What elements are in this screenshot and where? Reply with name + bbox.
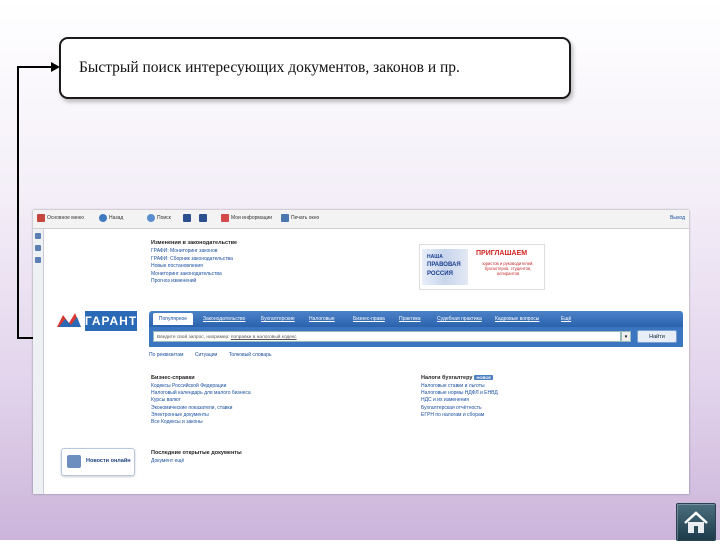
font-icon <box>183 214 191 222</box>
left-side-strip <box>33 229 44 494</box>
list-item[interactable]: ЕГРН по налогам и сборам <box>421 412 498 419</box>
tab-accounting[interactable]: Бухгалтерские <box>261 316 295 322</box>
tab-practice[interactable]: Практика <box>399 316 421 322</box>
news-icon <box>67 455 81 468</box>
tab-popular[interactable]: Популярное <box>153 313 193 325</box>
news-header: Изменения в законодательстве <box>151 240 238 246</box>
toolbar-font-down[interactable] <box>199 214 209 222</box>
last-docs-header: Последние открытые документы <box>151 450 242 456</box>
tab-court[interactable]: Судебная практика <box>437 316 482 322</box>
home-button[interactable] <box>676 503 716 541</box>
garant-logo[interactable]: ГАРАНТ <box>55 309 139 333</box>
business-header: Бизнес-справки <box>151 375 195 381</box>
business-list: Кодексы Российской Федерации Налоговый к… <box>151 383 251 426</box>
tab-taxes[interactable]: Налоговые <box>309 316 335 322</box>
print-icon <box>281 214 289 222</box>
callout-text: Быстрый поиск интересующих документов, з… <box>79 59 460 76</box>
flag-graphic: НАША ПРАВОВАЯ РОССИЯ <box>422 249 468 285</box>
toolbar-print[interactable]: Печать окно <box>281 214 319 222</box>
option-requisites[interactable]: По реквизитам <box>149 352 184 358</box>
option-dictionary[interactable]: Толковый словарь <box>229 352 272 358</box>
toolbar-my-info[interactable]: Мои информации <box>221 214 272 222</box>
search-dropdown[interactable]: ▾ <box>621 331 631 342</box>
news-link[interactable]: Прогноз изменений <box>151 278 233 286</box>
home-icon <box>684 511 708 533</box>
list-item[interactable]: Курсы валют <box>151 397 251 404</box>
logo-mark-icon <box>57 313 81 327</box>
tab-more[interactable]: Ещё <box>561 316 571 322</box>
menu-icon <box>37 214 45 222</box>
side-button-icon[interactable] <box>35 257 41 263</box>
search-options: По реквизитам Ситуации Толковый словарь <box>149 352 281 358</box>
connector-arrowhead <box>51 62 60 72</box>
tax-list: Налоговые ставки и льготы Налоговые норм… <box>421 383 498 419</box>
list-item[interactable]: Экономические показатели, ставки <box>151 405 251 412</box>
back-arrow-icon <box>99 214 107 222</box>
news-online-button[interactable]: Новости онлайн <box>61 448 135 476</box>
toolbar-menu[interactable]: Основное меню <box>37 214 84 222</box>
tab-business[interactable]: Бизнес-права <box>353 316 385 322</box>
tab-hr[interactable]: Кадровые вопросы <box>495 316 539 322</box>
side-button-icon[interactable] <box>35 245 41 251</box>
option-situations[interactable]: Ситуации <box>195 352 217 358</box>
logo-text: ГАРАНТ <box>85 311 137 331</box>
list-item[interactable]: Налоговые ставки и льготы <box>421 383 498 390</box>
heart-icon <box>221 214 229 222</box>
list-item[interactable]: Бухгалтерская отчётность <box>421 405 498 412</box>
list-item[interactable]: Электронные документы <box>151 412 251 419</box>
callout-box: Быстрый поиск интересующих документов, з… <box>59 37 571 99</box>
embedded-app-screenshot: Основное меню Назад Поиск Мои информации… <box>33 210 689 494</box>
exit-link[interactable]: Выход <box>670 215 685 221</box>
promo-banner[interactable]: НАША ПРАВОВАЯ РОССИЯ ПРИГЛАШАЕМ юристов … <box>419 244 545 290</box>
magnifier-icon <box>147 214 155 222</box>
list-item[interactable]: Налоговые нормы НДФЛ и ЕНВД <box>421 390 498 397</box>
banner-title: ПРИГЛАШАЕМ <box>476 250 528 257</box>
new-badge: НОВОЕ <box>474 375 494 380</box>
last-docs-link[interactable]: Документ ещё <box>151 458 184 464</box>
news-link[interactable]: ГРАФИ: Сборник законодательства <box>151 256 233 264</box>
main-nav: Популярное Законодательство Бухгалтерски… <box>149 311 683 327</box>
side-button-icon[interactable] <box>35 233 41 239</box>
list-item[interactable]: Все Кодексы и законы <box>151 419 251 426</box>
news-link[interactable]: Мониторинг законодательства <box>151 271 233 279</box>
news-list: ГРАФИ: Мониторинг законов ГРАФИ: Сборник… <box>151 248 233 286</box>
list-item[interactable]: НДС и их изменения <box>421 397 498 404</box>
search-bar: Введите свой запрос, например: поправки … <box>149 327 683 347</box>
tab-legislation[interactable]: Законодательство <box>203 316 245 322</box>
banner-subtitle: юристов и руководителей, бухгалтеров, ст… <box>482 261 534 276</box>
connector-top-line <box>17 66 53 68</box>
connector-vertical-line <box>17 67 19 339</box>
news-link[interactable]: Новые постановления <box>151 263 233 271</box>
toolbar-search[interactable]: Поиск <box>147 214 171 222</box>
search-input[interactable]: Введите свой запрос, например: поправки … <box>153 331 621 342</box>
tax-header: Налоги бухгалтеру НОВОЕ <box>421 375 494 381</box>
search-button[interactable]: Найти <box>637 330 677 343</box>
toolbar-font-up[interactable] <box>183 214 193 222</box>
toolbar-back[interactable]: Назад <box>99 214 123 222</box>
news-link[interactable]: ГРАФИ: Мониторинг законов <box>151 248 233 256</box>
font-small-icon <box>199 214 207 222</box>
list-item[interactable]: Налоговый календарь для малого бизнеса <box>151 390 251 397</box>
app-toolbar: Основное меню Назад Поиск Мои информации… <box>33 210 689 229</box>
